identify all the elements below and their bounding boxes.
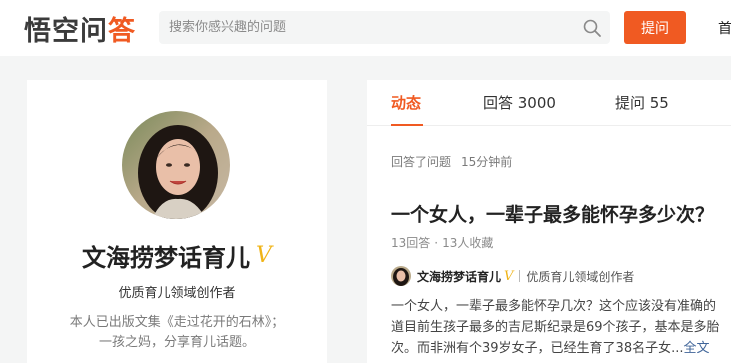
answer-author-row: 文海捞梦话育儿 V 优质育儿领域创作者 xyxy=(391,266,634,286)
favorites-count: 13人收藏 xyxy=(442,236,494,250)
answer-line-last: 次。而非洲有个39岁女子，已经生育了38名子女...全文 xyxy=(391,338,731,359)
tab-questions[interactable]: 提问 55 xyxy=(615,92,669,113)
bio-line: 一孩之妈，分享育儿话题。 xyxy=(98,335,255,350)
author-title: 优质育儿领域创作者 xyxy=(526,269,635,284)
feed-action: 回答了问题 xyxy=(391,155,452,169)
author-avatar[interactable] xyxy=(391,266,411,286)
tab-activity[interactable]: 动态 xyxy=(391,92,421,113)
full-text-link[interactable]: 全文 xyxy=(683,341,709,356)
active-tab-indicator xyxy=(391,124,423,126)
answer-line: 一个女人，一辈子最多能怀孕几次？这个应该没有准确的 xyxy=(391,299,717,314)
profile-name-row: 文海捞梦话育儿 V xyxy=(27,238,327,273)
search-icon[interactable] xyxy=(582,18,602,38)
question-stats: 13回答 · 13人收藏 xyxy=(391,234,493,251)
profile-tabs: 动态 回答 3000 提问 55 xyxy=(367,80,731,126)
top-header: 悟空问答 提问 首页 xyxy=(0,0,731,56)
divider xyxy=(519,270,521,282)
feed-meta: 回答了问题 15分钟前 xyxy=(391,153,512,170)
logo-text: 悟空问 xyxy=(24,15,108,47)
author-name[interactable]: 文海捞梦话育儿 xyxy=(417,268,501,285)
ask-question-button[interactable]: 提问 xyxy=(624,11,686,44)
answer-line-text: 次。而非洲有个39岁女子，已经生育了38名子女... xyxy=(391,341,684,356)
profile-creator-title: 优质育儿领域创作者 xyxy=(118,286,236,301)
home-link[interactable]: 首页 xyxy=(718,18,731,38)
question-title[interactable]: 一个女人，一辈子最多能怀孕多少次？ xyxy=(391,200,714,227)
answer-line: 道目前生孩子最多的吉尼斯纪录是69个孩子，基本是多胎 xyxy=(391,320,720,335)
wukong-logo[interactable]: 悟空问答 xyxy=(24,8,136,48)
logo-accent-text: 答 xyxy=(108,15,136,47)
verified-badge-icon: V xyxy=(256,242,272,268)
profile-card: 文海捞梦话育儿 V 优质育儿领域创作者 本人已出版文集《走过花开的石林》； 一孩… xyxy=(27,80,327,363)
tab-answers[interactable]: 回答 3000 xyxy=(483,92,556,113)
profile-name: 文海捞梦话育儿 xyxy=(82,244,251,272)
feed-time: 15分钟前 xyxy=(461,155,513,169)
activity-panel: 动态 回答 3000 提问 55 回答了问题 15分钟前 一个女人，一辈子最多能怀… xyxy=(367,80,731,363)
bio-line: 本人已出版文集《走过花开的石林》； xyxy=(69,315,285,330)
separator-dot: · xyxy=(434,236,439,250)
author-verified-icon: V xyxy=(504,268,514,284)
search-box xyxy=(159,11,610,44)
profile-avatar[interactable] xyxy=(122,111,230,219)
profile-bio: 本人已出版文集《走过花开的石林》； 一孩之妈，分享育儿话题。 xyxy=(51,313,303,353)
answers-count[interactable]: 13回答 xyxy=(391,236,430,250)
search-input[interactable] xyxy=(159,11,569,44)
answer-excerpt[interactable]: 一个女人，一辈子最多能怀孕几次？这个应该没有准确的 道目前生孩子最多的吉尼斯纪录… xyxy=(391,296,731,362)
